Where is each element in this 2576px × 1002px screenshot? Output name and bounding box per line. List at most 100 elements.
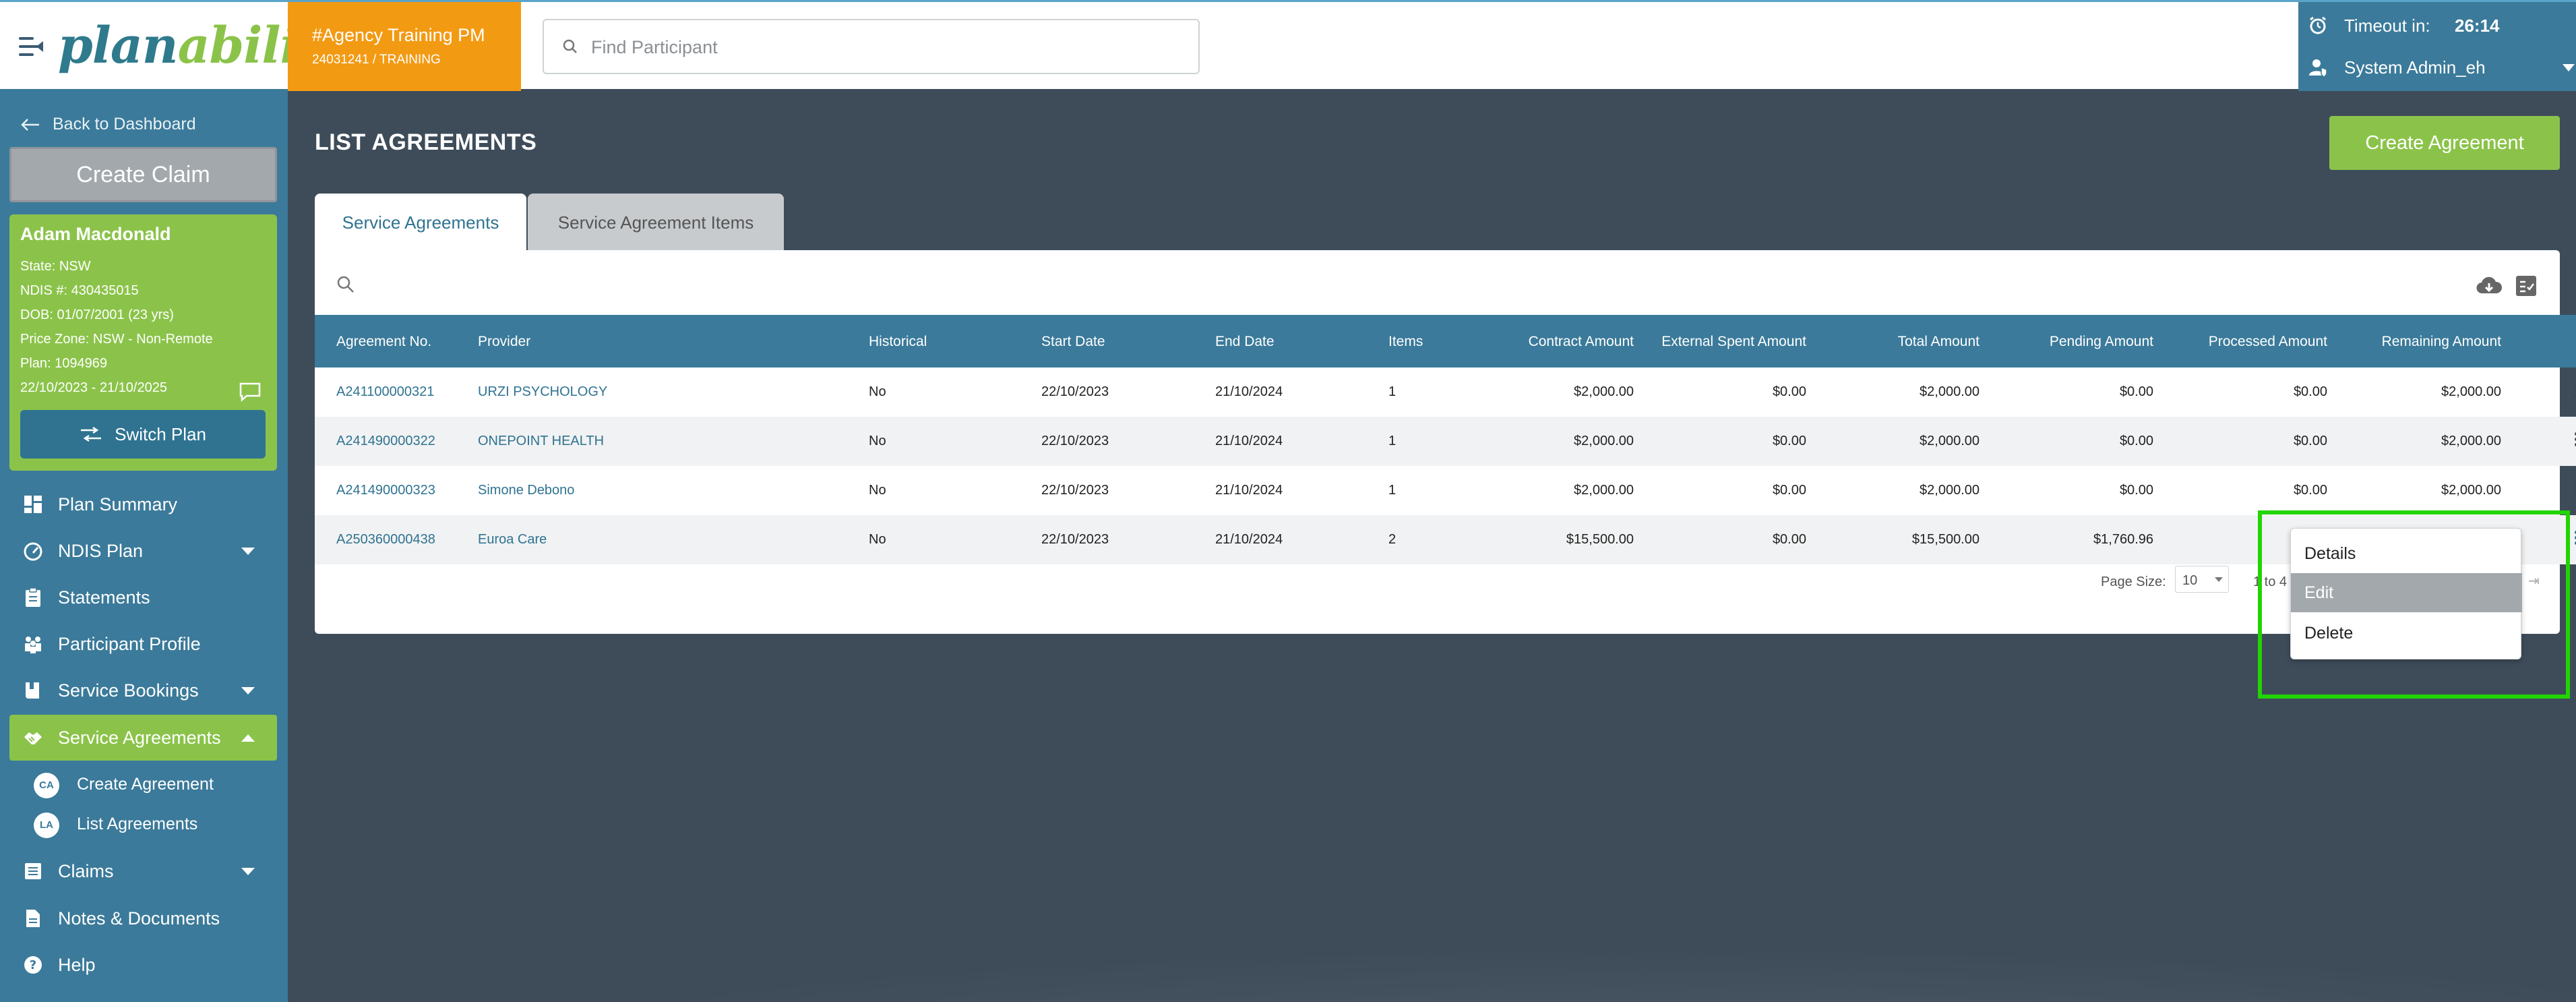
agreement-link[interactable]: A241100000321 xyxy=(336,384,434,399)
cell-pending-amount: $0.00 xyxy=(2119,384,2153,399)
agency-sub: 24031241 / TRAINING xyxy=(312,53,441,67)
alarm-clock-icon xyxy=(2310,16,2326,34)
nav-label: Statements xyxy=(58,587,150,608)
participant-state: State: NSW xyxy=(20,259,91,274)
cell-pending-amount: $0.00 xyxy=(2119,434,2153,448)
create-agreement-button[interactable]: Create Agreement xyxy=(2329,116,2560,170)
nav-plan-summary[interactable]: Plan Summary xyxy=(0,481,288,527)
subnav-list-agreements[interactable]: LA List Agreements xyxy=(0,804,288,844)
svg-text:?: ? xyxy=(30,958,36,972)
cell-historical: No xyxy=(869,532,886,547)
col-actions xyxy=(2509,315,2576,367)
column-chooser-icon[interactable] xyxy=(2515,274,2538,297)
col-processed-amount[interactable]: Processed Amount xyxy=(2161,315,2335,367)
table-header-row: Agreement No. Provider Historical Start … xyxy=(315,315,2576,367)
chevron-down-icon[interactable] xyxy=(2563,64,2575,71)
agreement-link[interactable]: A241490000322 xyxy=(336,434,435,448)
col-pending-amount[interactable]: Pending Amount xyxy=(1988,315,2161,367)
table-row[interactable]: A241490000322 ONEPOINT HEALTH No 22/10/2… xyxy=(315,417,2576,466)
cell-start-date: 22/10/2023 xyxy=(1041,434,1109,448)
cell-external-spent: $0.00 xyxy=(1772,434,1806,448)
cell-total-amount: $15,500.00 xyxy=(1911,532,1980,547)
nav-label: Claims xyxy=(58,860,114,881)
document-icon xyxy=(26,910,40,927)
page-size-value: 10 xyxy=(2182,573,2198,588)
switch-plan-button[interactable]: Switch Plan xyxy=(20,410,266,459)
cell-end-date: 21/10/2024 xyxy=(1215,384,1283,399)
col-remaining-amount[interactable]: Remaining Amount xyxy=(2335,315,2509,367)
arrow-left-icon xyxy=(21,118,39,131)
create-claim-button[interactable]: Create Claim xyxy=(9,147,277,202)
nav-claims[interactable]: Claims xyxy=(0,848,288,894)
chevron-down-icon xyxy=(241,547,255,555)
gauge-icon xyxy=(24,542,42,561)
nav-service-agreements[interactable]: Service Agreements xyxy=(9,715,277,761)
nav-label: Service Agreements xyxy=(58,727,221,748)
provider-link[interactable]: Simone Debono xyxy=(478,483,574,498)
handshake-icon xyxy=(24,732,42,744)
agency-selector[interactable]: #Agency Training PM 24031241 / TRAINING xyxy=(288,2,521,91)
chevron-down-icon xyxy=(241,686,255,695)
menu-toggle-icon[interactable] xyxy=(19,36,46,57)
tab-service-agreement-items[interactable]: Service Agreement Items xyxy=(528,194,784,252)
message-icon[interactable] xyxy=(239,382,262,402)
table-row[interactable]: A241100000321 URZI PSYCHOLOGY No 22/10/2… xyxy=(315,367,2576,417)
provider-link[interactable]: ONEPOINT HEALTH xyxy=(478,434,604,448)
cell-processed-amount: $0.00 xyxy=(2293,384,2327,399)
cloud-download-icon[interactable] xyxy=(2476,276,2503,296)
col-total-amount[interactable]: Total Amount xyxy=(1814,315,1988,367)
nav-statements[interactable]: Statements xyxy=(0,574,288,620)
table-row[interactable]: A250360000438 Euroa Care No 22/10/2023 2… xyxy=(315,515,2576,564)
pager: Page Size: 10 1 to 4 ⇥ xyxy=(315,566,2560,599)
participant-name: Adam Macdonald xyxy=(20,224,171,244)
col-agreement-no[interactable]: Agreement No. xyxy=(315,315,470,367)
cell-total-amount: $2,000.00 xyxy=(1920,483,1980,498)
col-start-date[interactable]: Start Date xyxy=(1033,315,1207,367)
agreement-link[interactable]: A250360000438 xyxy=(336,532,435,547)
col-provider[interactable]: Provider xyxy=(470,315,861,367)
participant-ndis: NDIS #: 430435015 xyxy=(20,283,139,298)
nav-participant-profile[interactable]: Participant Profile xyxy=(0,621,288,667)
cell-items: 2 xyxy=(1388,532,1397,547)
cell-end-date: 21/10/2024 xyxy=(1215,532,1283,547)
nav-label: Plan Summary xyxy=(58,494,178,514)
cell-historical: No xyxy=(869,483,886,498)
nav-notes-documents[interactable]: Notes & Documents xyxy=(0,895,288,941)
switch-icon xyxy=(81,426,102,442)
provider-link[interactable]: URZI PSYCHOLOGY xyxy=(478,384,607,399)
back-to-dashboard-link[interactable]: Back to Dashboard xyxy=(20,115,196,134)
agency-name: #Agency Training PM xyxy=(312,25,485,45)
col-historical[interactable]: Historical xyxy=(861,315,1033,367)
nav-help[interactable]: ? Help xyxy=(0,942,288,988)
search-icon[interactable] xyxy=(336,275,355,294)
switch-plan-label: Switch Plan xyxy=(115,423,206,444)
col-items[interactable]: Items xyxy=(1380,315,1491,367)
find-participant-input[interactable] xyxy=(591,34,1184,61)
nav-ndis-plan[interactable]: NDIS Plan xyxy=(0,528,288,574)
subnav-label: List Agreements xyxy=(77,815,198,833)
table-row[interactable]: A241490000323 Simone Debono No 22/10/202… xyxy=(315,466,2576,515)
provider-link[interactable]: Euroa Care xyxy=(478,532,547,547)
highlight-box xyxy=(2258,510,2570,699)
tab-service-agreements[interactable]: Service Agreements xyxy=(315,194,526,252)
cell-items: 1 xyxy=(1388,483,1397,498)
cell-external-spent: $0.00 xyxy=(1772,532,1806,547)
nav-service-bookings[interactable]: Service Bookings xyxy=(0,668,288,713)
page-size-label: Page Size: xyxy=(2101,574,2166,589)
cell-end-date: 21/10/2024 xyxy=(1215,434,1283,448)
participant-price-zone: Price Zone: NSW - Non-Remote xyxy=(20,332,213,347)
cell-remaining-amount: $2,000.00 xyxy=(2441,434,2501,448)
agreement-link[interactable]: A241490000323 xyxy=(336,483,435,498)
cell-processed-amount: $0.00 xyxy=(2293,483,2327,498)
col-external-spent-amount[interactable]: External Spent Amount xyxy=(1642,315,1814,367)
page-size-select[interactable]: 10 xyxy=(2175,566,2229,593)
top-bar: planability® #Agency Training PM 2403124… xyxy=(0,0,2576,91)
participant-plan-dates: 22/10/2023 - 21/10/2025 xyxy=(20,380,167,395)
find-participant-box[interactable] xyxy=(543,19,1200,74)
cell-items: 1 xyxy=(1388,384,1397,399)
col-contract-amount[interactable]: Contract Amount xyxy=(1491,315,1642,367)
cell-start-date: 22/10/2023 xyxy=(1041,384,1109,399)
col-end-date[interactable]: End Date xyxy=(1207,315,1380,367)
cell-contract-amount: $2,000.00 xyxy=(1574,384,1634,399)
subnav-create-agreement[interactable]: CA Create Agreement xyxy=(0,764,288,804)
